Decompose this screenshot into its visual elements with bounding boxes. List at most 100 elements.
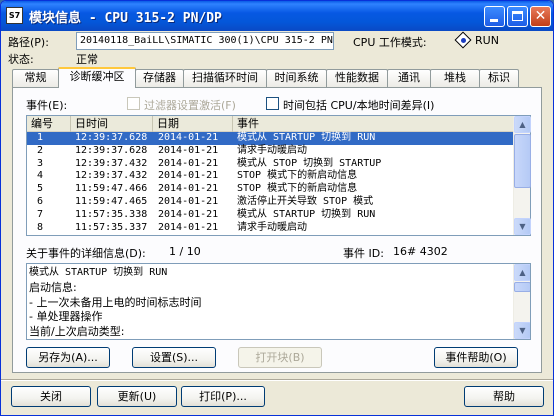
minimize-icon [490,19,498,22]
cpu-mode-label: CPU 工作模式: [353,36,427,49]
row-date: 2014-01-21 [158,208,219,220]
footer-separator [1,379,553,381]
cpu-local-time-checkbox[interactable] [266,97,279,110]
close-window-button[interactable]: ✕ [530,6,551,27]
row-number: 2 [37,144,44,156]
scroll-down-button[interactable]: ▼ [514,218,531,235]
row-time: 11:59:47.466 [75,183,148,195]
row-date: 2014-01-21 [158,183,219,195]
table-row[interactable]: 8 11:57:35.337 2014-01-21 请求手动暖启动 [27,222,514,235]
row-number: 3 [37,157,44,169]
detail-line: 当前/上次启动类型: [29,325,125,339]
tab-identification[interactable]: 标识 [479,69,519,87]
events-table-body: 1 12:39:37.628 2014-01-21 模式从 STARTUP 切换… [27,132,514,234]
filter-settings-checkbox[interactable] [127,97,140,110]
title-bar[interactable]: S7 模块信息 - CPU 315-2 PN/DP ✕ [1,1,553,31]
row-event: 模式从 STOP 切换到 STARTUP [237,157,382,169]
window-title: 模块信息 - CPU 315-2 PN/DP [29,11,222,26]
row-time: 11:57:35.337 [75,221,148,233]
table-row[interactable]: 7 11:57:35.338 2014-01-21 模式从 STARTUP 切换… [27,209,514,222]
table-row[interactable]: 3 12:39:37.432 2014-01-21 模式从 STOP 切换到 S… [27,158,514,171]
tab-scan-cycle-time[interactable]: 扫描循环时间 [183,69,267,87]
row-time: 11:59:47.465 [75,195,148,207]
tab-diagnostic-buffer[interactable]: 诊断缓冲区 [58,67,136,88]
tab-communication[interactable]: 通讯 [387,69,431,87]
row-date: 2014-01-21 [158,170,219,182]
row-time: 12:39:37.628 [75,144,148,156]
maximize-button[interactable] [507,6,528,27]
event-details-box[interactable]: 模式从 STARTUP 切换到 RUN 启动信息: - 上一次未备用上电的时间标… [26,263,531,340]
cpu-local-time-label: 时间包括 CPU/本地时间差异(I) [283,99,435,112]
table-row[interactable]: 6 11:59:47.465 2014-01-21 激活停止开关导致 STOP … [27,196,514,209]
row-time: 12:39:37.432 [75,157,148,169]
table-row[interactable]: 5 11:59:47.466 2014-01-21 STOP 模式下的新启动信息 [27,183,514,196]
maximize-icon [512,11,523,21]
table-row[interactable]: 1 12:39:37.628 2014-01-21 模式从 STARTUP 切换… [27,132,514,145]
details-scroll-thumb[interactable] [514,282,530,292]
tab-performance-data[interactable]: 性能数据 [326,69,388,87]
row-event: 激活停止开关导致 STOP 模式 [237,195,374,207]
events-scrollbar[interactable]: ▲ ▼ [513,116,531,235]
print-button[interactable]: 打印(P)... [181,386,265,407]
row-date: 2014-01-21 [158,144,219,156]
events-label: 事件(E): [26,99,68,112]
row-event: 请求手动暖启动 [237,221,307,233]
row-date: 2014-01-21 [158,157,219,169]
open-block-button[interactable]: 打开块(B) [238,347,322,368]
tab-memory[interactable]: 存储器 [135,69,184,87]
column-header-date[interactable]: 日期 [153,116,233,132]
events-table[interactable]: 编号 日时间 日期 事件 1 12:39:37.628 2014-01-21 模… [26,115,531,236]
event-help-button[interactable]: 事件帮助(O) [434,347,518,368]
column-header-event[interactable]: 事件 [233,116,514,132]
detail-line: 模式从 STARTUP 切换到 RUN [29,267,168,278]
row-event: 模式从 STARTUP 切换到 RUN [237,208,376,220]
scroll-down-button[interactable]: ▼ [514,322,530,339]
save-as-button[interactable]: 另存为(A)... [26,347,110,368]
row-event: STOP 模式下的新启动信息 [237,170,358,182]
state-value: 正常 [76,53,98,66]
row-number: 7 [37,208,44,220]
row-time: 12:39:37.432 [75,170,148,182]
column-header-time[interactable]: 日时间 [71,116,153,132]
scroll-up-button[interactable]: ▲ [514,116,531,133]
row-event: 模式从 STARTUP 切换到 RUN [237,132,376,143]
detail-line: - 单处理器操作 [29,310,103,324]
update-button[interactable]: 更新(U) [97,386,177,407]
details-position: 1 / 10 [169,245,201,258]
details-label: 关于事件的详细信息(D): [26,247,146,260]
run-mode-indicator [461,38,466,43]
row-date: 2014-01-21 [158,195,219,207]
tab-general[interactable]: 常规 [12,69,59,87]
module-info-window: S7 模块信息 - CPU 315-2 PN/DP ✕ 路径(P): 20140… [0,0,554,416]
details-scrollbar[interactable]: ▲ ▼ [513,264,530,339]
event-id-label: 事件 ID: [343,247,384,260]
tab-stacks[interactable]: 堆栈 [430,69,480,87]
close-button[interactable]: 关闭 [11,386,91,407]
path-label: 路径(P): [8,36,49,49]
row-time: 11:57:35.338 [75,208,148,220]
row-number: 4 [37,170,44,182]
row-number: 8 [37,221,44,233]
row-number: 6 [37,195,44,207]
simatic-app-icon: S7 [6,7,23,24]
row-date: 2014-01-21 [158,132,219,143]
detail-line: 启动信息: [29,280,77,294]
tab-time-system[interactable]: 时间系统 [266,69,327,87]
filter-settings-label: 过滤器设置激活(F) [144,99,236,112]
event-id-value: 16# 4302 [393,245,448,258]
detail-line: - 上一次未备用上电的时间标志时间 [29,295,202,309]
column-header-number[interactable]: 编号 [27,116,71,132]
tab-strip: 常规 诊断缓冲区 存储器 扫描循环时间 时间系统 性能数据 通讯 堆栈 标识 [12,67,542,88]
table-row[interactable]: 2 12:39:37.628 2014-01-21 请求手动暖启动 [27,145,514,158]
scroll-up-button[interactable]: ▲ [514,264,530,281]
events-scroll-thumb[interactable] [514,134,531,188]
help-button[interactable]: 帮助 [464,386,544,407]
row-time: 12:39:37.628 [75,132,148,143]
table-row[interactable]: 4 12:39:37.432 2014-01-21 STOP 模式下的新启动信息 [27,170,514,183]
minimize-button[interactable] [484,6,505,27]
state-label: 状态: [8,53,34,66]
row-event: 请求手动暖启动 [237,144,307,156]
settings-button[interactable]: 设置(S)... [132,347,216,368]
path-field: 20140118_BaiLL\SIMATIC 300(1)\CPU 315-2 … [76,32,334,50]
close-icon: ✕ [534,8,547,24]
